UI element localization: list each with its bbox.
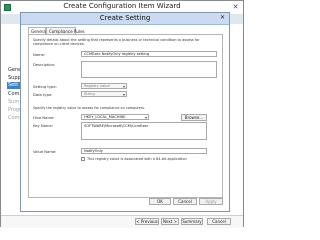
previous-button[interactable]: < Previous <box>135 218 159 225</box>
value-name-field[interactable]: NotifyOnly <box>81 148 207 154</box>
nav-item-settings-label: Sett <box>8 82 19 88</box>
key-name-value: SOFTWARE\Microsoft\CCM\CcmExec <box>84 124 149 128</box>
ok-button[interactable]: OK <box>149 198 171 205</box>
wizard-nav: Genera Supp Sett Com Sum Progre Comp <box>1 15 26 215</box>
wizard-title: Create Configuration Item Wizard <box>63 2 181 10</box>
nav-item-settings[interactable]: Sett <box>7 82 21 89</box>
key-label: Key Name: <box>33 124 53 128</box>
close-icon[interactable]: ✕ <box>231 3 240 12</box>
browse-button[interactable]: Browse... <box>181 114 207 121</box>
key-name-field[interactable]: SOFTWARE\Microsoft\CCM\CcmExec <box>81 122 207 140</box>
value-name-label: Value Name: <box>33 150 57 154</box>
cancel-button[interactable]: Cancel <box>173 198 197 205</box>
name-label: Name: <box>33 53 46 57</box>
summary-button[interactable]: Summary <box>181 218 203 225</box>
name-field[interactable]: CCMExec NotifyOnly registry setting <box>81 51 217 57</box>
nav-item-summary[interactable]: Sum <box>8 99 19 105</box>
setting-type-label: Setting type: <box>33 85 57 89</box>
next-button[interactable]: Next > <box>161 218 179 225</box>
description-textarea[interactable] <box>81 61 217 78</box>
apply-button[interactable]: Apply <box>199 198 223 205</box>
hive-label: Hive Name: <box>33 116 55 120</box>
data-type-value: String <box>84 92 95 96</box>
dialog-button-bar: OK Cancel Apply <box>21 193 229 211</box>
bit64-label: This registry value is associated with a… <box>87 157 187 161</box>
chevron-down-icon: ▾ <box>122 84 125 89</box>
general-panel: Specify details about the setting that r… <box>28 34 223 198</box>
chevron-down-icon: ▾ <box>144 115 147 120</box>
description-label: Description: <box>33 63 56 67</box>
wizard-cancel-button[interactable]: Cancel <box>207 218 231 225</box>
registry-hint: Specify the registry value to assess for… <box>33 106 146 110</box>
setting-type-select[interactable]: Registry value ▾ <box>81 83 127 89</box>
chevron-down-icon: ▾ <box>122 92 125 97</box>
hive-select[interactable]: HKEY_LOCAL_MACHINE ▾ <box>81 114 149 120</box>
general-description: Specify details about the setting that r… <box>33 38 200 46</box>
setting-type-value: Registry value <box>84 84 110 88</box>
bit64-checkbox[interactable] <box>81 157 85 161</box>
data-type-select[interactable]: String ▾ <box>81 91 127 97</box>
nav-item-supported[interactable]: Supp <box>8 75 21 81</box>
data-type-label: Data type: <box>33 93 53 97</box>
wizard-button-bar: < Previous Next > Summary Cancel <box>1 215 243 228</box>
dialog-titlebar: Create Setting ✕ <box>21 13 229 25</box>
dialog-title: Create Setting <box>99 14 151 22</box>
nav-item-compliance[interactable]: Com <box>8 91 19 97</box>
close-icon[interactable]: ✕ <box>218 14 227 22</box>
create-setting-dialog: Create Setting ✕ General Compliance Rule… <box>20 12 230 212</box>
hive-value: HKEY_LOCAL_MACHINE <box>84 115 126 119</box>
